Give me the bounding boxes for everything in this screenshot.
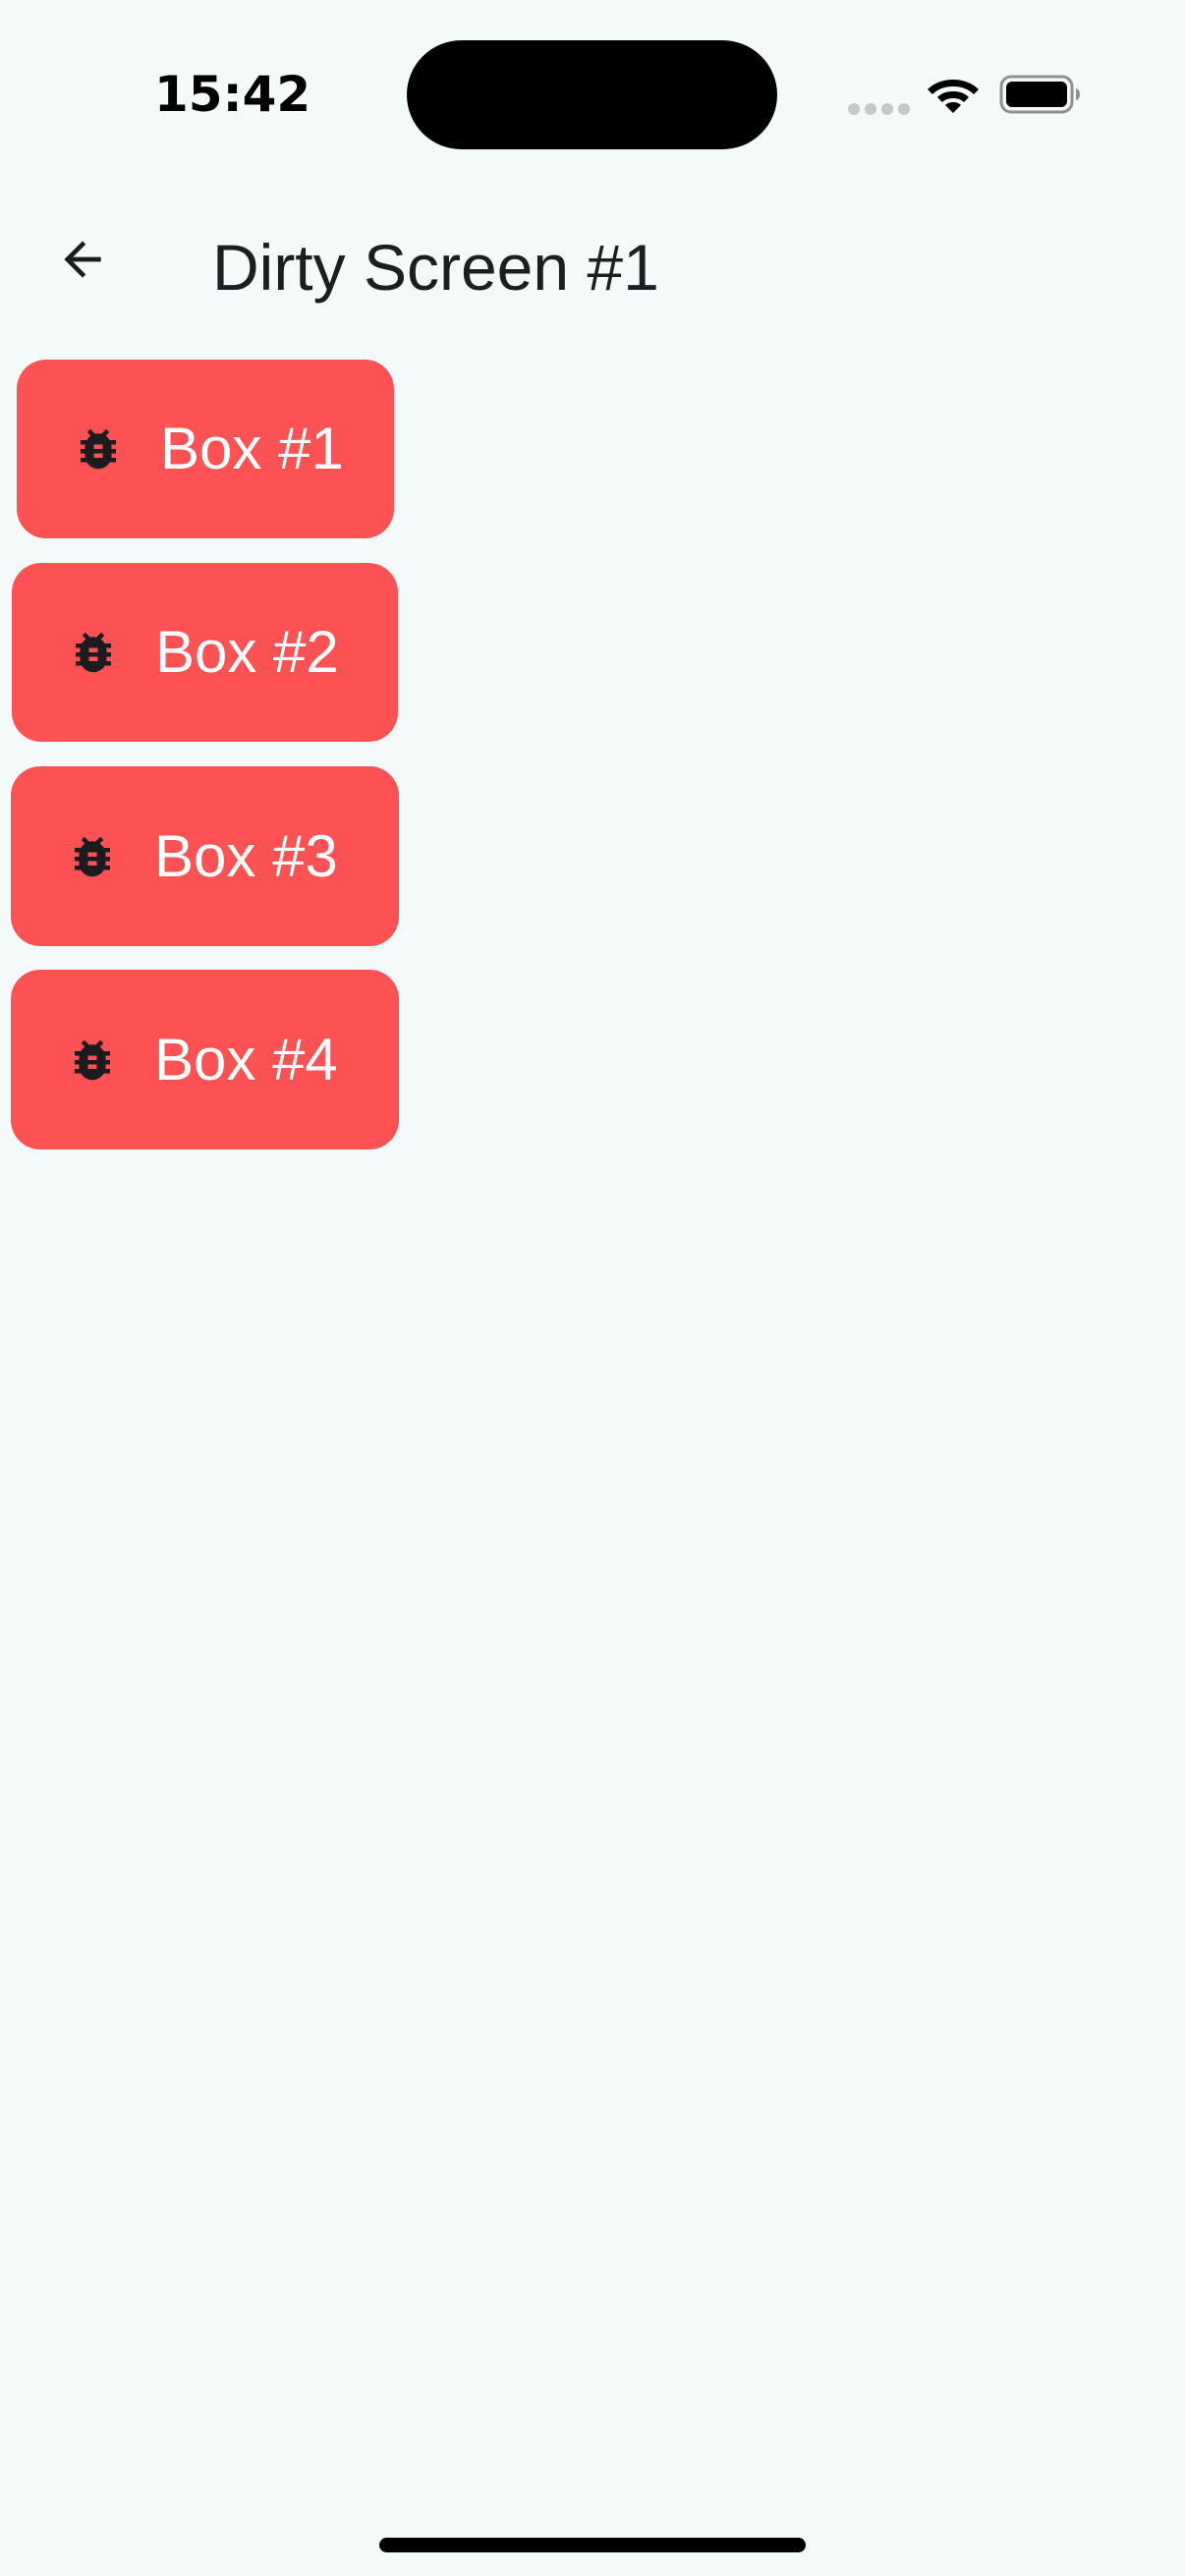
arrow-left-icon: [64, 241, 101, 278]
dynamic-island: [407, 40, 777, 149]
box-label: Box #2: [155, 619, 339, 685]
box-label: Box #1: [160, 416, 344, 481]
wifi-icon: [928, 80, 979, 113]
battery-icon: [999, 75, 1080, 114]
bug-icon: [75, 836, 110, 876]
page-title: Dirty Screen #1: [212, 231, 659, 304]
back-button[interactable]: [39, 216, 126, 303]
bug-icon: [81, 428, 116, 470]
box-3[interactable]: Box #3: [11, 766, 399, 946]
box-4[interactable]: Box #4: [11, 970, 399, 1149]
signal-dots-icon: [848, 103, 910, 115]
bug-icon: [75, 1039, 110, 1080]
box-label: Box #3: [154, 822, 338, 889]
box-label: Box #4: [154, 1026, 338, 1092]
status-time: 15:42: [154, 66, 311, 123]
home-indicator[interactable]: [379, 2538, 806, 2552]
box-2[interactable]: Box #2: [12, 563, 398, 742]
box-1[interactable]: Box #1: [17, 360, 394, 538]
bug-icon: [76, 632, 111, 673]
